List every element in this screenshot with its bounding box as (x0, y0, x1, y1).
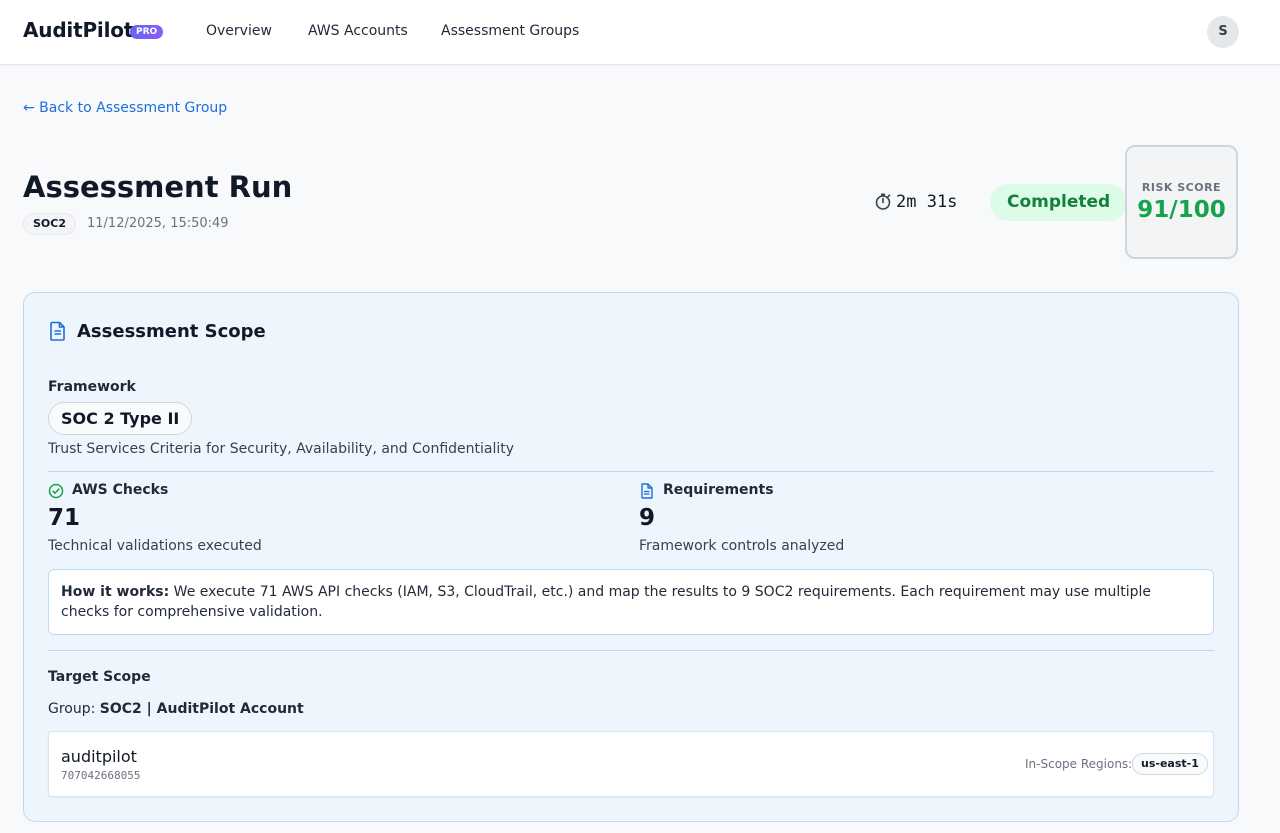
status-badge: Completed (990, 184, 1128, 221)
aws-checks-label: AWS Checks (72, 482, 169, 498)
scope-title-text: Assessment Scope (77, 321, 266, 342)
account-card[interactable]: auditpilot 707042668055 In-Scope Regions… (48, 731, 1214, 797)
group-line: Group: SOC2 | AuditPilot Account (48, 701, 304, 717)
nav-aws-accounts[interactable]: AWS Accounts (308, 23, 408, 39)
aws-checks-count: 71 (48, 505, 81, 531)
framework-chip: SOC2 (23, 213, 76, 235)
divider (48, 471, 1214, 472)
run-duration: 2m 31s (874, 192, 957, 212)
requirements-header: Requirements (639, 482, 774, 499)
pro-badge: PRO (130, 25, 164, 39)
target-scope-label: Target Scope (48, 669, 151, 685)
document-icon (641, 483, 653, 499)
back-to-assessment-group-link[interactable]: ← Back to Assessment Group (23, 100, 227, 116)
aws-checks-caption: Technical validations executed (48, 538, 262, 554)
user-avatar[interactable]: S (1207, 16, 1239, 48)
region-chip: us-east-1 (1132, 753, 1208, 775)
account-name: auditpilot (61, 747, 137, 766)
risk-score-card: RISK SCORE 91/100 (1125, 145, 1238, 259)
group-prefix: Group: (48, 701, 96, 717)
stopwatch-icon (875, 193, 891, 210)
nav-overview[interactable]: Overview (206, 23, 272, 39)
scope-title: Assessment Scope (49, 321, 266, 342)
top-nav-bar: AuditPilot PRO Overview AWS Accounts Ass… (0, 0, 1280, 65)
framework-name-pill: SOC 2 Type II (48, 402, 193, 435)
duration-text: 2m 31s (896, 192, 958, 212)
page-title: Assessment Run (23, 170, 293, 204)
risk-score-value: 91/100 (1137, 197, 1226, 223)
requirements-label: Requirements (663, 482, 774, 498)
divider (48, 650, 1214, 651)
framework-label: Framework (48, 379, 136, 395)
check-circle-icon (48, 483, 64, 499)
document-icon (50, 321, 65, 341)
account-id: 707042668055 (61, 769, 141, 782)
how-it-works-box: How it works: We execute 71 AWS API chec… (48, 569, 1214, 635)
group-name: SOC2 | AuditPilot Account (99, 701, 304, 717)
aws-checks-header: AWS Checks (48, 482, 169, 499)
run-datetime: 11/12/2025, 15:50:49 (87, 216, 229, 231)
assessment-scope-card: Assessment Scope Framework SOC 2 Type II… (23, 292, 1239, 822)
framework-description: Trust Services Criteria for Security, Av… (48, 441, 515, 457)
risk-score-label: RISK SCORE (1141, 181, 1222, 194)
nav-assessment-groups[interactable]: Assessment Groups (441, 23, 579, 39)
how-it-works-text: We execute 71 AWS API checks (IAM, S3, C… (61, 584, 1152, 620)
requirements-caption: Framework controls analyzed (639, 538, 845, 554)
requirements-count: 9 (639, 505, 656, 531)
how-it-works-label: How it works: (61, 584, 170, 600)
in-scope-regions-label: In-Scope Regions: (1025, 757, 1133, 771)
app-logo[interactable]: AuditPilot (23, 18, 133, 42)
